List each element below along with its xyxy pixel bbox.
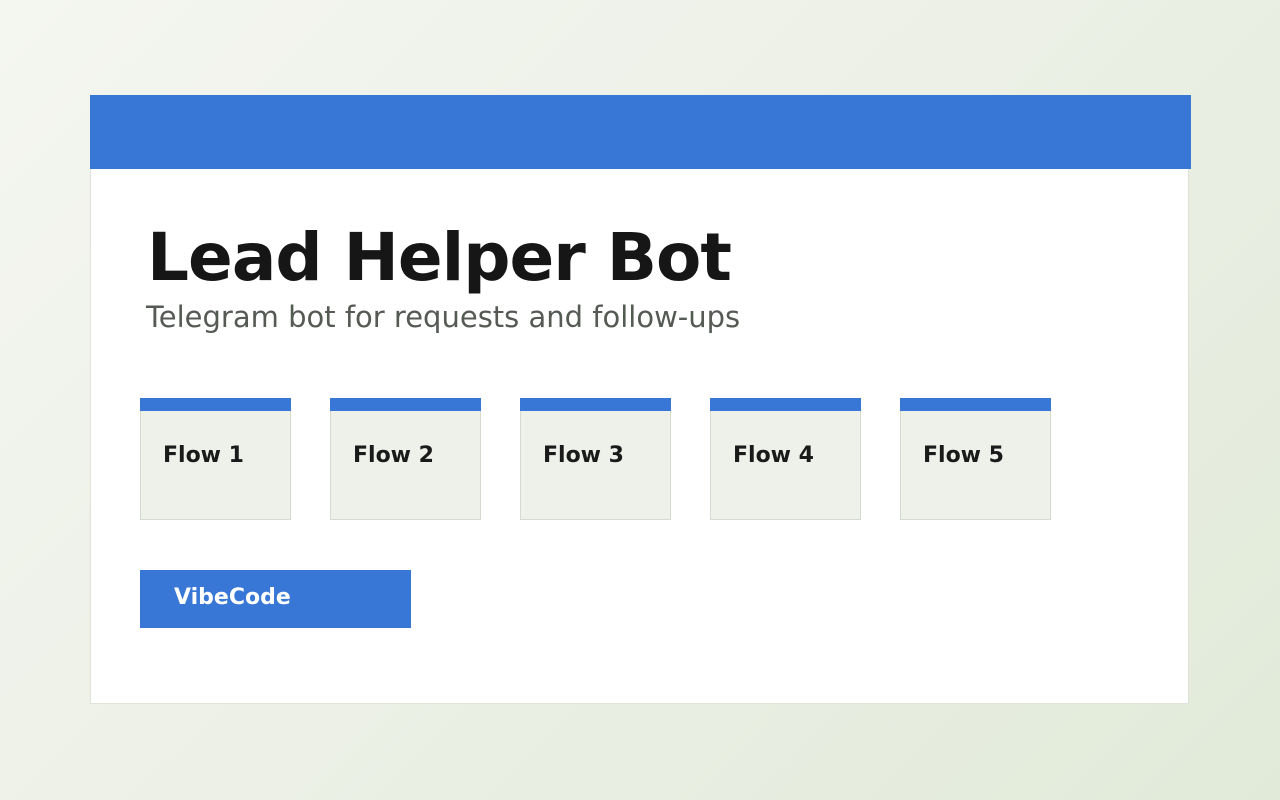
window-header-bar <box>90 95 1191 169</box>
flow-card-label: Flow 4 <box>733 443 814 468</box>
flow-card-label: Flow 2 <box>353 443 434 468</box>
page-title: Lead Helper Bot <box>147 219 732 296</box>
page-subtitle: Telegram bot for requests and follow-ups <box>146 300 741 334</box>
vibecode-button[interactable]: VibeCode <box>140 570 411 628</box>
flow-card-accent-strip <box>140 398 291 411</box>
flow-card-label: Flow 1 <box>163 443 244 468</box>
flow-card-4[interactable]: Flow 4 <box>710 398 861 520</box>
flow-card-accent-strip <box>710 398 861 411</box>
flow-card-accent-strip <box>900 398 1051 411</box>
flow-card-1[interactable]: Flow 1 <box>140 398 291 520</box>
flow-card-5[interactable]: Flow 5 <box>900 398 1051 520</box>
vibecode-button-label: VibeCode <box>174 585 291 610</box>
flow-card-label: Flow 5 <box>923 443 1004 468</box>
flow-card-accent-strip <box>330 398 481 411</box>
app-window: Lead Helper Bot Telegram bot for request… <box>90 95 1191 704</box>
flow-card-2[interactable]: Flow 2 <box>330 398 481 520</box>
flow-card-label: Flow 3 <box>543 443 624 468</box>
flow-card-3[interactable]: Flow 3 <box>520 398 671 520</box>
flow-card-accent-strip <box>520 398 671 411</box>
